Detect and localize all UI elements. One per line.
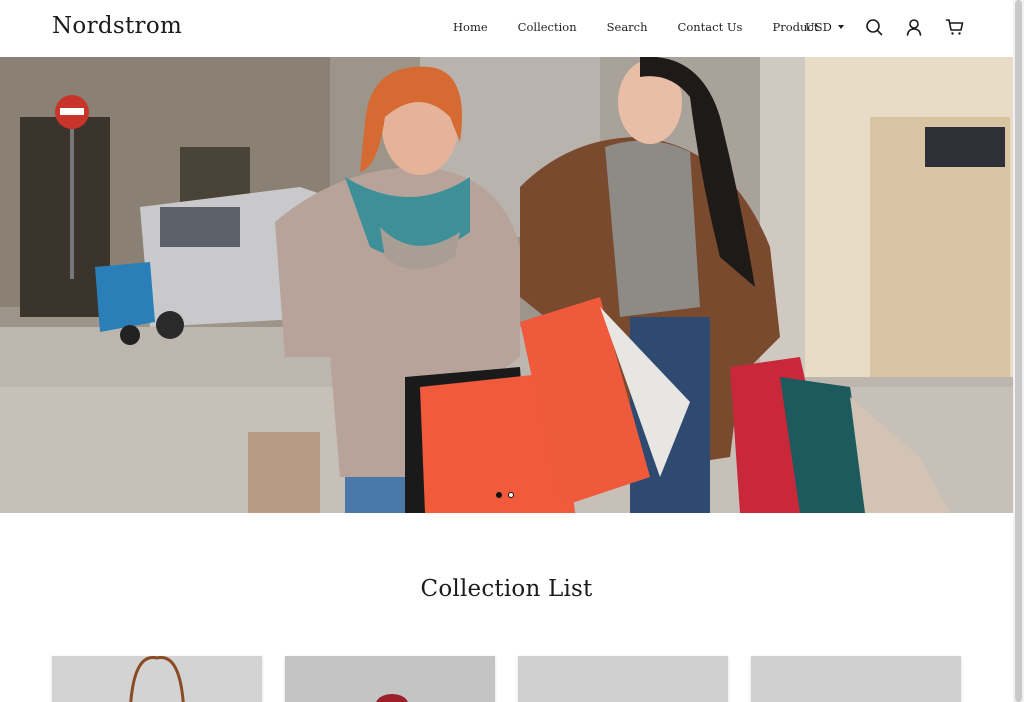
nav-contact-us[interactable]: Contact Us [678,20,743,34]
handbag-product-image [129,656,185,702]
slideshow-pagination [496,492,514,498]
nav-search[interactable]: Search [607,20,648,34]
page: Nordstrom Home Collection Search Contact… [0,0,1013,702]
site-header: Nordstrom Home Collection Search Contact… [0,0,1013,58]
bag-product-image [518,656,728,702]
scrollbar-thumb[interactable] [1015,0,1022,702]
slide-dot-2[interactable] [508,492,514,498]
bag-product-image [751,656,961,702]
vertical-scrollbar[interactable] [1013,0,1024,702]
collection-card[interactable] [285,656,495,702]
slide-dot-1[interactable] [496,492,502,498]
red-bag-product-image [376,694,408,702]
hero-image [0,57,1013,513]
account-icon[interactable] [904,17,924,37]
collection-list-title: Collection List [420,576,593,602]
collection-card[interactable] [518,656,728,702]
hero-slideshow[interactable] [0,57,1013,513]
collection-card[interactable] [751,656,961,702]
nav-collection[interactable]: Collection [518,20,577,34]
store-logo[interactable]: Nordstrom [52,13,182,39]
search-icon[interactable] [864,17,884,37]
collection-card[interactable] [52,656,262,702]
cart-icon[interactable] [945,17,965,37]
main-nav: Home Collection Search Contact Us Produc… [453,20,848,34]
currency-label: USD [805,20,832,34]
nav-home[interactable]: Home [453,20,488,34]
currency-selector[interactable]: USD [805,20,844,34]
chevron-down-icon [837,25,844,29]
